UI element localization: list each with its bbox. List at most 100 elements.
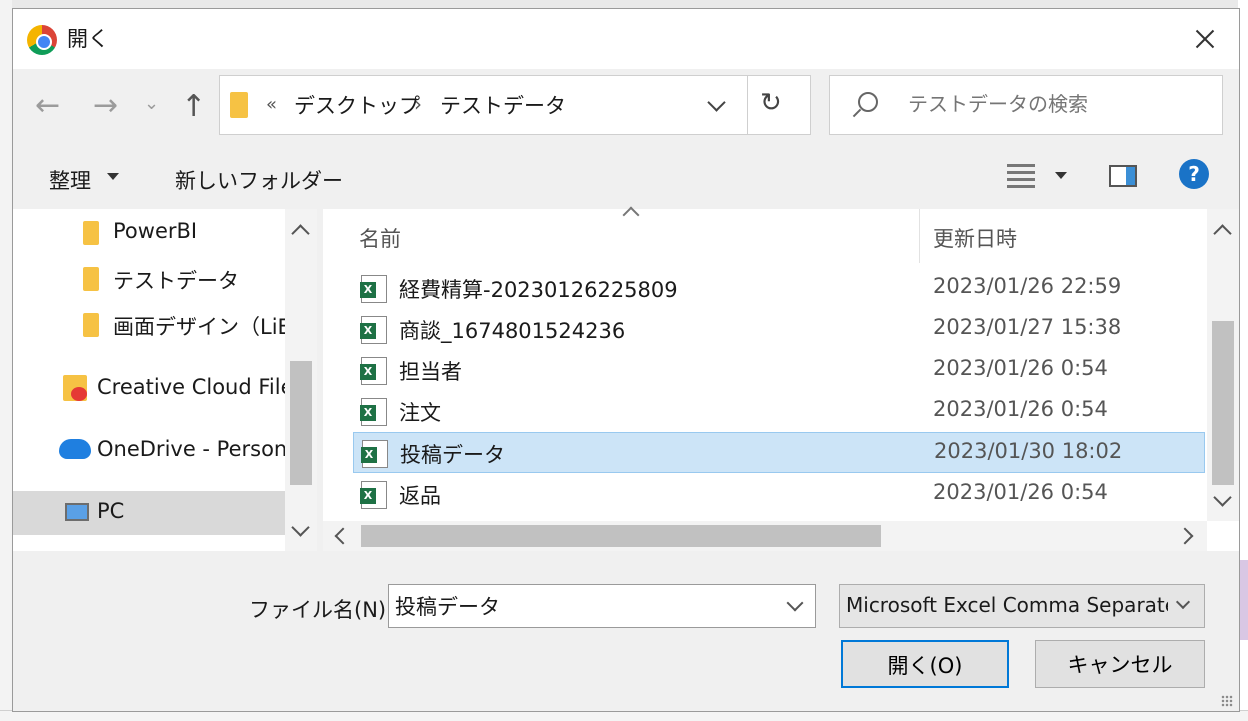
resize-grip-icon[interactable] (1221, 695, 1233, 707)
file-date: 2023/01/26 0:54 (933, 480, 1108, 504)
folder-icon (83, 267, 99, 291)
forward-arrow-icon[interactable]: → (93, 91, 118, 121)
nav-item-creative-cloud[interactable]: Creative Cloud File (13, 367, 285, 411)
window-title: 開く (67, 27, 109, 51)
organize-button[interactable]: 整理 (49, 165, 91, 195)
up-arrow-icon[interactable]: ↑ (181, 89, 206, 124)
caret-down-icon[interactable] (1055, 172, 1067, 179)
breadcrumb-testdata[interactable]: テストデータ (440, 90, 566, 120)
file-row[interactable]: X 商談_1674801524236 2023/01/27 15:38 (353, 309, 1205, 350)
excel-file-icon: X (360, 481, 387, 509)
nav-item-label: OneDrive - Person (97, 437, 285, 461)
file-list-horizontal-scrollbar[interactable] (323, 521, 1207, 551)
filetype-value: Microsoft Excel Comma Separated Values F… (846, 593, 1168, 617)
nav-item-onedrive[interactable]: OneDrive - Person (13, 429, 285, 473)
help-icon[interactable]: ? (1179, 159, 1209, 189)
file-row[interactable]: X 注文 2023/01/26 0:54 (353, 391, 1205, 432)
file-list-vertical-scrollbar[interactable] (1207, 209, 1239, 521)
file-name: 経費精算-20230126225809 (399, 278, 678, 302)
scroll-up-icon[interactable] (1213, 224, 1232, 243)
excel-file-icon: X (360, 316, 387, 344)
nav-item-testdata[interactable]: テストデータ (13, 257, 285, 301)
folder-icon (83, 313, 99, 337)
file-name: 担当者 (399, 360, 462, 384)
scroll-up-icon[interactable] (291, 224, 310, 243)
chrome-app-icon (27, 25, 57, 55)
scrollbar-thumb[interactable] (290, 361, 312, 485)
close-button[interactable] (1181, 19, 1227, 59)
file-name: 商談_1674801524236 (399, 319, 626, 343)
file-name: 投稿データ (400, 443, 505, 467)
file-date: 2023/01/30 18:02 (934, 439, 1123, 463)
scroll-down-icon[interactable] (291, 518, 310, 537)
view-options-icon[interactable] (1007, 162, 1035, 190)
address-bar[interactable]: « デスクトップ › テストデータ ↻ (219, 75, 811, 135)
excel-file-icon: X (360, 398, 387, 426)
scrollbar-thumb[interactable] (1212, 321, 1234, 485)
background-window (0, 0, 12, 721)
scroll-left-icon[interactable] (334, 527, 352, 545)
excel-file-icon: X (361, 440, 388, 468)
file-date: 2023/01/26 0:54 (933, 356, 1108, 380)
chevron-down-icon[interactable] (781, 593, 809, 619)
nav-item-pc[interactable]: PC (13, 491, 285, 535)
pc-icon (65, 503, 89, 521)
filename-label: ファイル名(N): (249, 598, 394, 622)
chevron-down-icon (1175, 594, 1191, 610)
file-name: 返品 (399, 484, 441, 508)
recent-locations-chevron-icon[interactable]: ⌄ (144, 93, 159, 114)
divider (747, 76, 748, 134)
excel-file-icon: X (360, 275, 387, 303)
navigation-pane-scrollbar[interactable] (285, 209, 317, 551)
column-divider[interactable] (919, 209, 920, 263)
excel-file-icon: X (360, 357, 387, 385)
title-bar: 開く (13, 9, 1239, 69)
open-file-dialog: 開く ← → ⌄ ↑ « デスクトップ › テストデータ ↻ 整理 新しいフォル… (12, 8, 1240, 712)
file-row[interactable]: X 経費精算-20230126225809 2023/01/26 22:59 (353, 268, 1205, 309)
file-date: 2023/01/27 15:38 (933, 315, 1122, 339)
folder-icon (83, 221, 99, 245)
search-icon (858, 92, 878, 112)
search-input[interactable] (906, 88, 1206, 120)
open-button[interactable]: 開く(O) (841, 640, 1009, 688)
file-name: 注文 (399, 401, 441, 425)
sort-ascending-icon (622, 206, 640, 224)
column-header-date[interactable]: 更新日時 (933, 223, 1017, 253)
onedrive-icon (59, 439, 91, 459)
scrollbar-thumb[interactable] (361, 525, 881, 547)
nav-item-label: テストデータ (113, 269, 239, 293)
filetype-select[interactable]: Microsoft Excel Comma Separated Values F… (839, 584, 1205, 628)
breadcrumb-desktop[interactable]: デスクトップ (294, 90, 420, 120)
file-list: 名前 更新日時 X 経費精算-20230126225809 2023/01/26… (323, 206, 1239, 551)
file-row[interactable]: X 返品 2023/01/26 0:54 (353, 474, 1205, 515)
command-bar: 整理 新しいフォルダー ? (13, 145, 1239, 209)
navigation-pane: PowerBI テストデータ 画面デザイン（LiB Creative Cloud… (13, 209, 317, 551)
column-header-name[interactable]: 名前 (359, 223, 401, 253)
back-arrow-icon[interactable]: ← (35, 91, 60, 121)
chevron-down-icon[interactable] (698, 90, 738, 120)
creative-cloud-folder-icon (63, 375, 87, 401)
search-box[interactable] (829, 75, 1223, 135)
nav-item-powerbi[interactable]: PowerBI (13, 211, 285, 255)
filename-input[interactable] (393, 591, 773, 621)
nav-item-screen-design[interactable]: 画面デザイン（LiB (13, 303, 285, 347)
file-row[interactable]: X 担当者 2023/01/26 0:54 (353, 350, 1205, 391)
breadcrumb-separator[interactable]: › (414, 92, 422, 116)
nav-item-label: 画面デザイン（LiB (113, 315, 285, 339)
filename-combobox[interactable] (388, 584, 816, 628)
file-date: 2023/01/26 0:54 (933, 397, 1108, 421)
nav-item-label: PowerBI (113, 219, 198, 243)
caret-down-icon[interactable] (107, 173, 119, 180)
new-folder-button[interactable]: 新しいフォルダー (175, 165, 343, 195)
scroll-down-icon[interactable] (1213, 488, 1232, 507)
file-date: 2023/01/26 22:59 (933, 274, 1122, 298)
refresh-icon[interactable]: ↻ (760, 88, 782, 118)
breadcrumb-overflow[interactable]: « (266, 94, 277, 115)
scroll-right-icon[interactable] (1176, 527, 1194, 545)
nav-item-label: PC (97, 499, 125, 523)
preview-pane-icon[interactable] (1109, 165, 1137, 187)
file-row-selected[interactable]: X 投稿データ 2023/01/30 18:02 (353, 432, 1205, 473)
folder-icon (230, 92, 248, 118)
cancel-button[interactable]: キャンセル (1035, 640, 1205, 688)
nav-item-label: Creative Cloud File (97, 375, 285, 399)
